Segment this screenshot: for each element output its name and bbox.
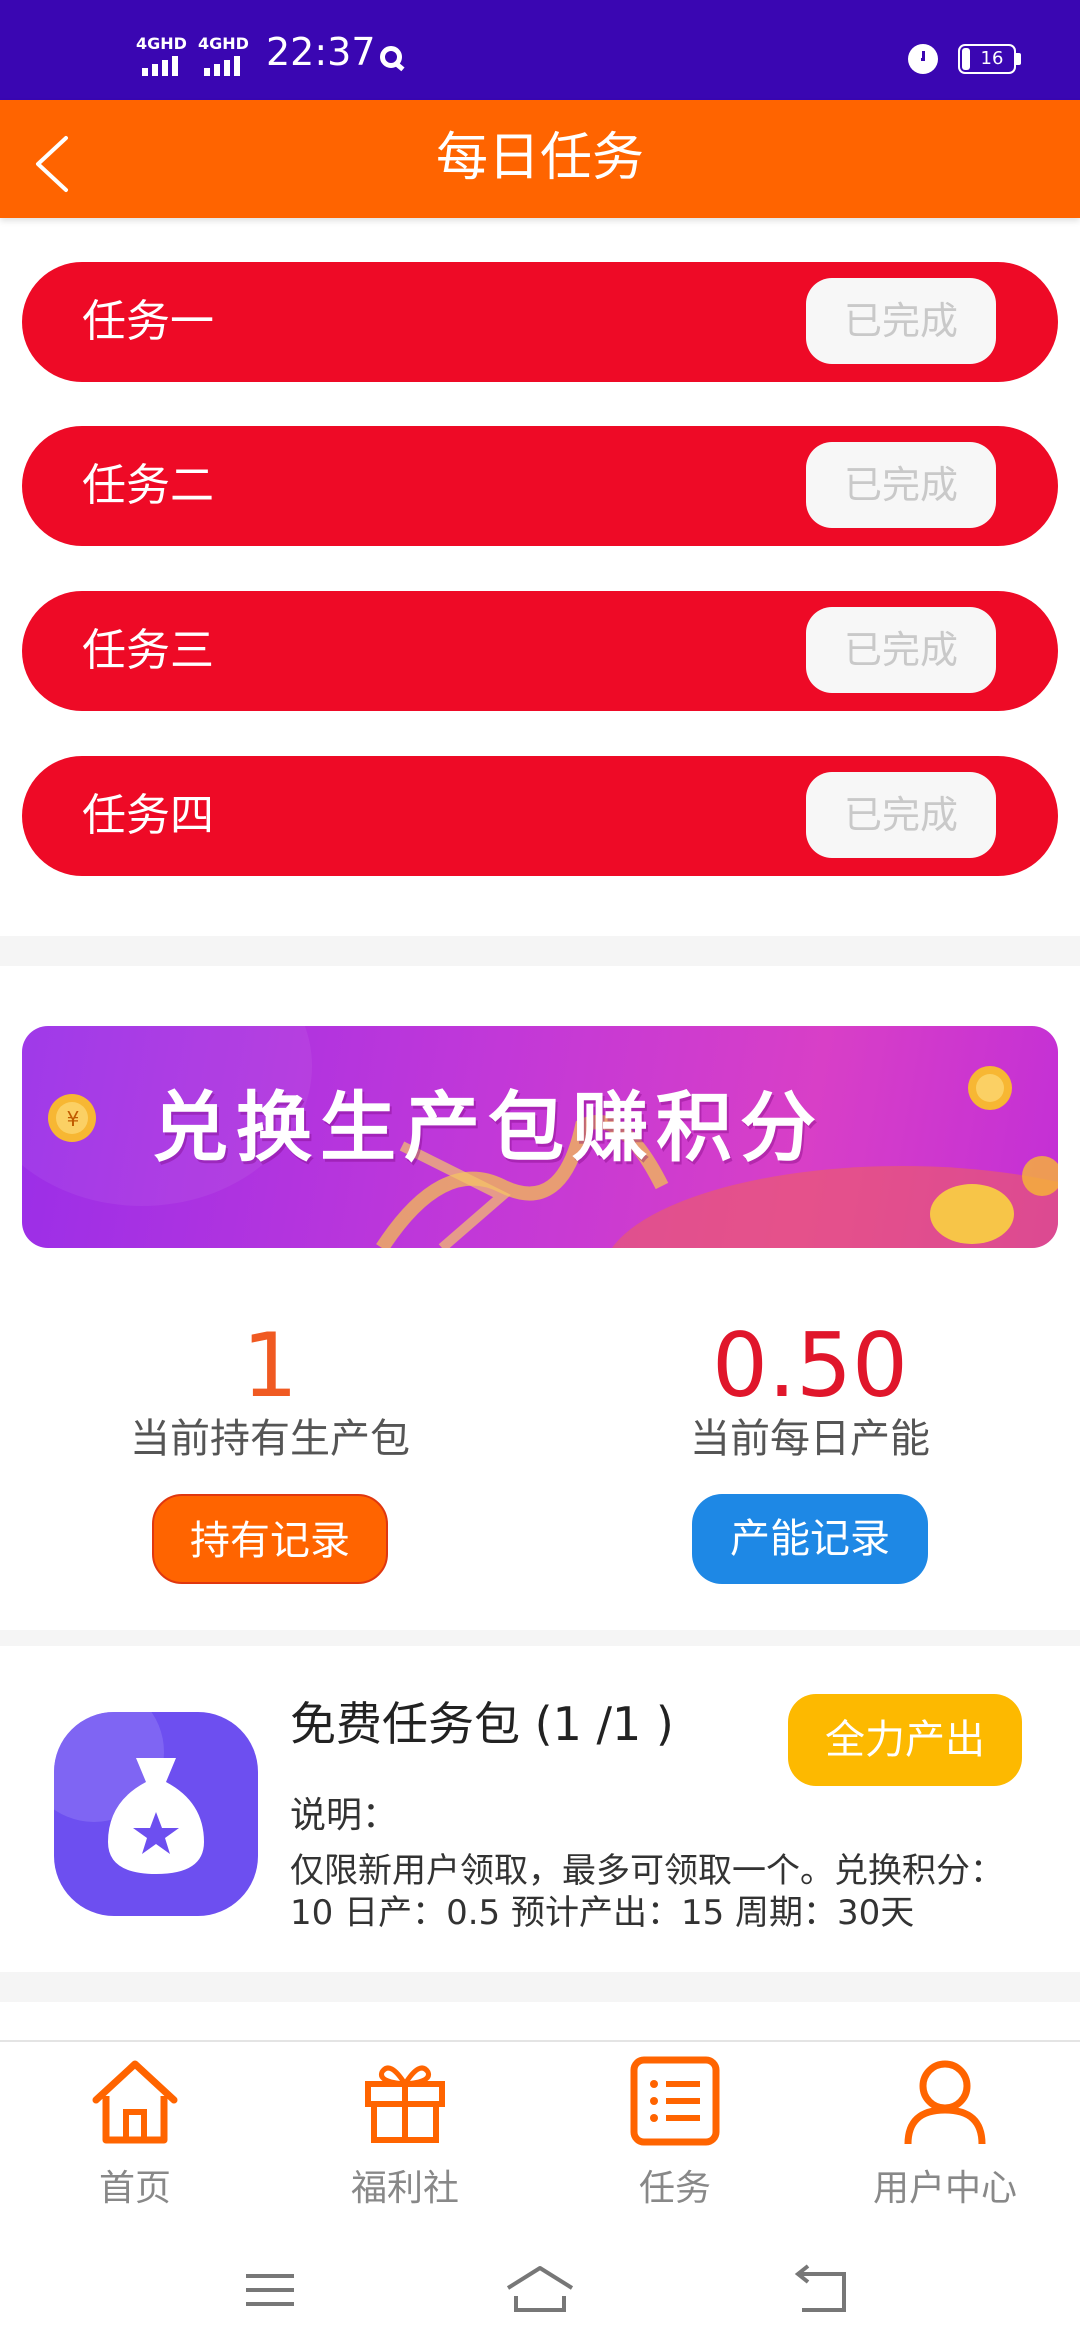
tab-label: 首页 [98, 2168, 171, 2209]
task-row-2: 任务二 已完成 [22, 426, 1058, 546]
task-label: 任务一 [82, 296, 214, 347]
task-row-4: 任务四 已完成 [22, 756, 1058, 876]
task-row-1: 任务一 已完成 [22, 262, 1058, 382]
tab-tasks[interactable]: 任务 [585, 2056, 765, 2242]
task-label: 任务二 [82, 460, 214, 511]
capacity-records-button[interactable]: 产能记录 [692, 1494, 928, 1584]
tab-label: 福利社 [350, 2168, 459, 2209]
home-outline-icon [506, 2266, 574, 2312]
coin-icon: ¥ [67, 1107, 80, 1131]
signal-indicator-2: 4GHD [198, 36, 249, 76]
home-icon [92, 2060, 178, 2144]
daily-capacity-value: 0.50 [712, 1314, 908, 1417]
system-navigation-bar [0, 2240, 1080, 2340]
gift-icon [365, 2065, 445, 2143]
tab-home[interactable]: 首页 [45, 2056, 225, 2242]
notification-icon [380, 46, 402, 68]
status-bar: 4GHD 4GHD 22:37 16 [0, 0, 1080, 100]
package-description-title: 说明： [290, 1795, 399, 1836]
section-divider [0, 936, 1080, 966]
menu-icon [246, 2274, 294, 2306]
held-records-button[interactable]: 持有记录 [152, 1494, 388, 1584]
list-icon [630, 2056, 720, 2146]
signal-bars-icon [142, 56, 178, 76]
promo-banner[interactable]: ¥ 兑换生产包赚积分 [22, 1026, 1058, 1248]
task-row-3: 任务三 已完成 [22, 591, 1058, 711]
home-nav-button[interactable] [500, 2260, 580, 2320]
svg-text:¥: ¥ [67, 1107, 80, 1131]
signal-indicator-1: 4GHD [136, 36, 187, 76]
package-title: 免费任务包 (1 /1 ) [290, 1697, 674, 1751]
package-description: 仅限新用户领取，最多可领取一个。兑换积分：10 日产：0.5 预计产出：15 周… [290, 1851, 1004, 1933]
section-divider [0, 1972, 1080, 2002]
back-nav-button[interactable] [784, 2260, 864, 2320]
page-title: 每日任务 [435, 128, 644, 188]
menu-button[interactable] [230, 2260, 310, 2320]
task-label: 任务四 [82, 790, 214, 841]
back-arrow-icon [794, 2264, 846, 2312]
task-status-button[interactable]: 已完成 [806, 442, 996, 528]
held-packages-value: 1 [242, 1314, 298, 1417]
section-divider [0, 1630, 1080, 1646]
money-bag-icon [54, 1712, 258, 1916]
bottom-tab-bar: 首页 福利社 任务 用户中心 [0, 2040, 1080, 2242]
user-icon [904, 2060, 986, 2145]
held-packages-label: 当前持有生产包 [130, 1416, 410, 1462]
full-output-button[interactable]: 全力产出 [788, 1694, 1022, 1786]
tab-user-center[interactable]: 用户中心 [855, 2056, 1035, 2242]
tab-welfare[interactable]: 福利社 [315, 2056, 495, 2242]
task-status-button[interactable]: 已完成 [806, 607, 996, 693]
task-status-button[interactable]: 已完成 [806, 278, 996, 364]
battery-level: 16 [980, 48, 1004, 69]
banner-text: 兑换生产包赚积分 [152, 1083, 824, 1172]
daily-capacity-label: 当前每日产能 [690, 1416, 930, 1462]
signal-bars-icon [204, 56, 240, 76]
task-status-button[interactable]: 已完成 [806, 772, 996, 858]
status-time: 22:37 [266, 30, 376, 74]
task-label: 任务三 [82, 625, 214, 676]
alarm-icon [908, 44, 938, 74]
battery-icon: 16 [958, 44, 1016, 74]
tab-label: 用户中心 [872, 2168, 1017, 2209]
header: 每日任务 [0, 100, 1080, 218]
tab-label: 任务 [638, 2168, 711, 2209]
